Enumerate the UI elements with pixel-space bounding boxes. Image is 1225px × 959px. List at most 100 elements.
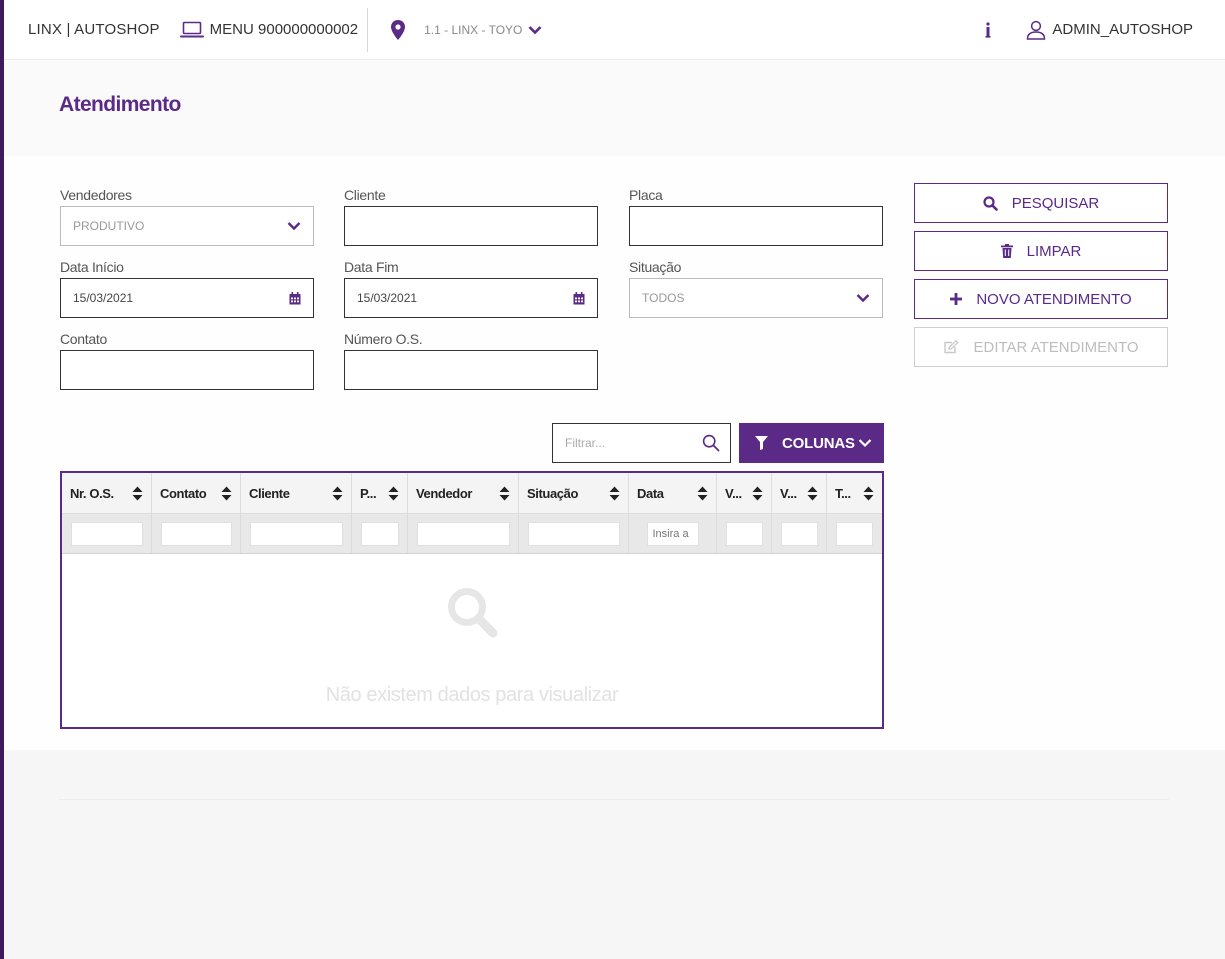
laptop-icon [179, 21, 204, 37]
sort-icon[interactable] [863, 486, 874, 501]
data-inicio-value: 15/03/2021 [73, 291, 134, 305]
filter-input-t[interactable] [836, 521, 873, 546]
brand-name: LINX | AUTOSHOP [28, 21, 160, 38]
filter-cell [772, 514, 827, 553]
location-pin-icon [391, 19, 406, 40]
sort-icon[interactable] [221, 486, 232, 501]
contato-input[interactable] [60, 350, 314, 390]
novo-atendimento-button[interactable]: NOVO ATENDIMENTO [914, 279, 1168, 319]
column-header-data[interactable]: Data [629, 473, 717, 513]
main-content: Vendedores PRODUTIVO Cliente Placa Data … [4, 156, 1225, 750]
column-header-label: V... [725, 485, 742, 501]
user-menu[interactable]: ADMIN_AUTOSHOP [1026, 20, 1193, 40]
empty-message: Não existem dados para visualizar [325, 684, 619, 706]
column-header-situacao[interactable]: Situação [519, 473, 629, 513]
search-icon [448, 588, 498, 638]
calendar-icon[interactable] [573, 291, 585, 305]
filter-cell [408, 514, 519, 553]
menu-label: MENU 900000000002 [209, 21, 359, 38]
column-header-label: Situação [527, 485, 578, 501]
novo-atendimento-label: NOVO ATENDIMENTO [976, 290, 1132, 308]
divider [59, 799, 1169, 800]
filter-cell [629, 514, 717, 553]
numero-os-label: Número O.S. [344, 331, 423, 347]
sort-icon[interactable] [609, 486, 620, 501]
vendedores-select[interactable]: PRODUTIVO [60, 206, 314, 246]
data-fim-value: 15/03/2021 [357, 291, 418, 305]
vendedores-label: Vendedores [60, 187, 132, 203]
sort-icon[interactable] [499, 486, 510, 501]
filter-input-vendedor[interactable] [416, 521, 510, 546]
numero-os-input[interactable] [344, 350, 598, 390]
data-fim-label: Data Fim [344, 259, 399, 275]
contato-label: Contato [60, 331, 107, 347]
sort-icon[interactable] [752, 486, 763, 501]
column-header-nr-os[interactable]: Nr. O.S. [62, 473, 152, 513]
column-header-v2[interactable]: V... [772, 473, 827, 513]
branch-label: 1.1 - LINX - TOYO [424, 22, 523, 37]
filter-input-v1[interactable] [725, 521, 763, 546]
limpar-button[interactable]: LIMPAR [914, 231, 1168, 271]
branch-selector[interactable]: 1.1 - LINX - TOYO [390, 19, 542, 41]
column-header-vendedor[interactable]: Vendedor [408, 473, 519, 513]
filter-input-placa[interactable] [360, 521, 399, 546]
filter-cell [62, 514, 152, 553]
column-header-t[interactable]: T... [827, 473, 882, 513]
editar-atendimento-button[interactable]: EDITAR ATENDIMENTO [914, 327, 1168, 367]
situacao-select[interactable]: TODOS [629, 278, 883, 318]
column-header-contato[interactable]: Contato [152, 473, 241, 513]
filter-cell [241, 514, 352, 553]
column-header-label: Vendedor [416, 485, 473, 501]
data-fim-field: Data Fim 15/03/2021 [344, 256, 598, 318]
sort-icon[interactable] [697, 486, 708, 501]
pesquisar-label: PESQUISAR [1011, 194, 1100, 212]
grid-filter-input[interactable]: Filtrar... [552, 423, 731, 463]
sort-icon[interactable] [388, 486, 399, 501]
grid-header-row: Nr. O.S. Contato Cliente P... Vendedor S… [62, 473, 882, 514]
user-name: ADMIN_AUTOSHOP [1052, 21, 1193, 38]
filter-cell [352, 514, 408, 553]
placa-input[interactable] [629, 206, 883, 246]
plus-icon [950, 293, 963, 305]
filter-input-contato[interactable] [160, 521, 232, 546]
cliente-label: Cliente [344, 187, 386, 203]
filter-input-nr-os[interactable] [70, 521, 143, 546]
chevron-down-icon [528, 25, 542, 34]
data-fim-input[interactable]: 15/03/2021 [344, 278, 598, 318]
column-header-v1[interactable]: V... [717, 473, 772, 513]
filter-cell [827, 514, 882, 553]
data-inicio-input[interactable]: 15/03/2021 [60, 278, 314, 318]
vendedores-field: Vendedores PRODUTIVO [60, 184, 314, 246]
filter-icon [755, 436, 768, 450]
sort-icon[interactable] [132, 486, 143, 501]
grid-filter-placeholder: Filtrar... [565, 436, 606, 450]
user-icon [1027, 20, 1046, 40]
sort-icon[interactable] [807, 486, 818, 501]
data-grid: Nr. O.S. Contato Cliente P... Vendedor S… [60, 471, 884, 729]
info-icon [985, 21, 991, 38]
chevron-down-icon [858, 439, 872, 448]
filter-input-situacao[interactable] [527, 521, 620, 546]
info-button[interactable] [984, 21, 992, 39]
column-header-label: T... [835, 485, 851, 501]
placa-label: Placa [629, 187, 663, 203]
trash-icon [1000, 244, 1013, 258]
sort-icon[interactable] [332, 486, 343, 501]
page-footer-area [4, 750, 1225, 959]
menu-button[interactable]: MENU 900000000002 [179, 21, 359, 39]
chevron-down-icon [856, 294, 870, 303]
colunas-button[interactable]: COLUNAS [739, 423, 884, 463]
pesquisar-button[interactable]: PESQUISAR [914, 183, 1168, 223]
cliente-input[interactable] [344, 206, 598, 246]
column-header-placa[interactable]: P... [352, 473, 408, 513]
situacao-value: TODOS [642, 291, 685, 305]
column-header-cliente[interactable]: Cliente [241, 473, 352, 513]
data-inicio-label: Data Início [60, 259, 124, 275]
calendar-icon[interactable] [289, 291, 301, 305]
numero-os-field: Número O.S. [344, 328, 598, 390]
filter-input-cliente[interactable] [249, 521, 343, 546]
search-icon [983, 195, 998, 211]
column-header-label: Contato [160, 485, 207, 501]
filter-input-data[interactable] [646, 521, 699, 546]
filter-input-v2[interactable] [780, 521, 818, 546]
